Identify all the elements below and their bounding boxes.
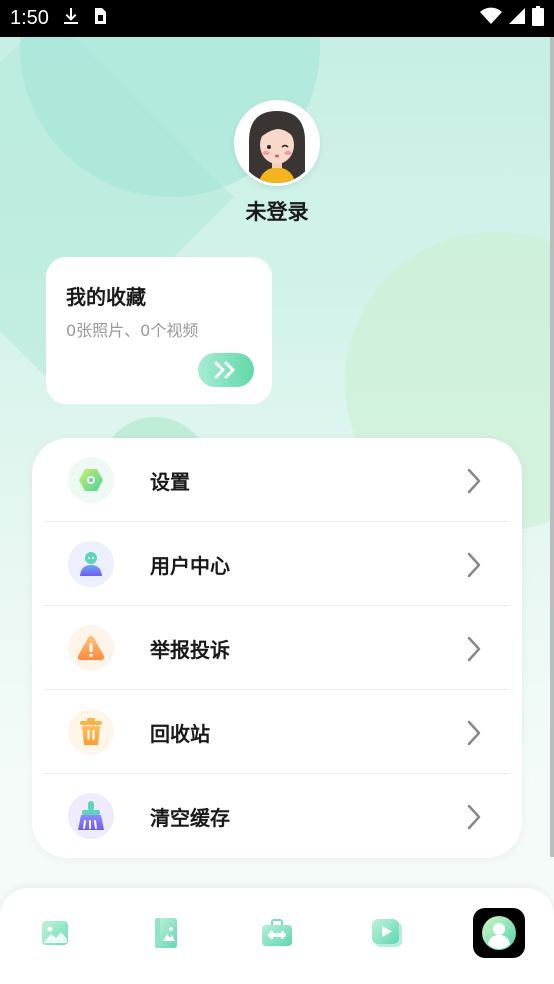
menu-item-report[interactable]: 举报投诉	[44, 606, 510, 690]
settings-hexagon-icon	[79, 469, 103, 491]
username-label[interactable]: 未登录	[0, 196, 554, 226]
chevron-right-icon	[467, 636, 481, 662]
menu-label: 设置	[150, 470, 190, 494]
menu-label: 回收站	[150, 722, 210, 746]
menu-label: 清空缓存	[150, 806, 230, 830]
menu-label: 举报投诉	[150, 638, 230, 662]
trash-icon	[80, 718, 102, 745]
chevron-right-icon	[467, 468, 481, 494]
status-bar: 1:50	[0, 0, 554, 37]
menu-item-clear-cache[interactable]: 清空缓存	[44, 774, 510, 858]
tab-photos[interactable]	[30, 908, 80, 958]
image-icon	[42, 921, 68, 945]
bottom-tab-bar	[0, 888, 554, 984]
menu-item-user-center[interactable]: 用户中心	[44, 522, 510, 606]
wifi-icon	[480, 7, 502, 31]
menu-icon-wrap	[68, 541, 114, 587]
double-chevron-right-icon	[214, 361, 235, 379]
menu-icon-wrap	[68, 709, 114, 755]
chevron-right-icon	[467, 720, 481, 746]
toolbox-icon	[262, 919, 292, 946]
signal-icon	[508, 7, 526, 31]
avatar[interactable]	[234, 100, 320, 186]
favorites-open-button[interactable]	[198, 353, 254, 387]
download-icon	[63, 7, 79, 31]
user-icon	[80, 552, 102, 576]
tab-tools[interactable]	[252, 908, 302, 958]
menu-item-recycle-bin[interactable]: 回收站	[44, 690, 510, 774]
tab-album[interactable]	[141, 908, 191, 958]
chevron-right-icon	[467, 804, 481, 830]
chevron-right-icon	[467, 552, 481, 578]
menu-item-settings[interactable]: 设置	[44, 438, 510, 522]
menu-icon-wrap	[68, 625, 114, 671]
status-time: 1:50	[10, 7, 49, 29]
avatar-girl-icon	[237, 103, 317, 183]
favorites-title: 我的收藏	[66, 285, 146, 309]
photo-book-icon	[155, 918, 177, 948]
menu-icon-wrap	[68, 793, 114, 839]
profile-icon	[482, 916, 516, 950]
broom-icon	[78, 801, 104, 830]
settings-menu: 设置 用户中心 举报投诉 回收站 清空缓存	[32, 438, 522, 858]
menu-label: 用户中心	[150, 554, 230, 578]
favorites-count: 0张照片、0个视频	[66, 321, 199, 340]
sim-card-icon	[93, 7, 107, 31]
scroll-edge	[550, 37, 554, 857]
tab-videos[interactable]	[362, 908, 412, 958]
tab-profile[interactable]	[473, 908, 525, 958]
warning-icon	[77, 636, 105, 660]
menu-icon-wrap	[68, 457, 114, 503]
favorites-card[interactable]: 我的收藏 0张照片、0个视频	[46, 257, 272, 404]
play-icon	[372, 919, 402, 947]
battery-icon	[532, 5, 544, 32]
